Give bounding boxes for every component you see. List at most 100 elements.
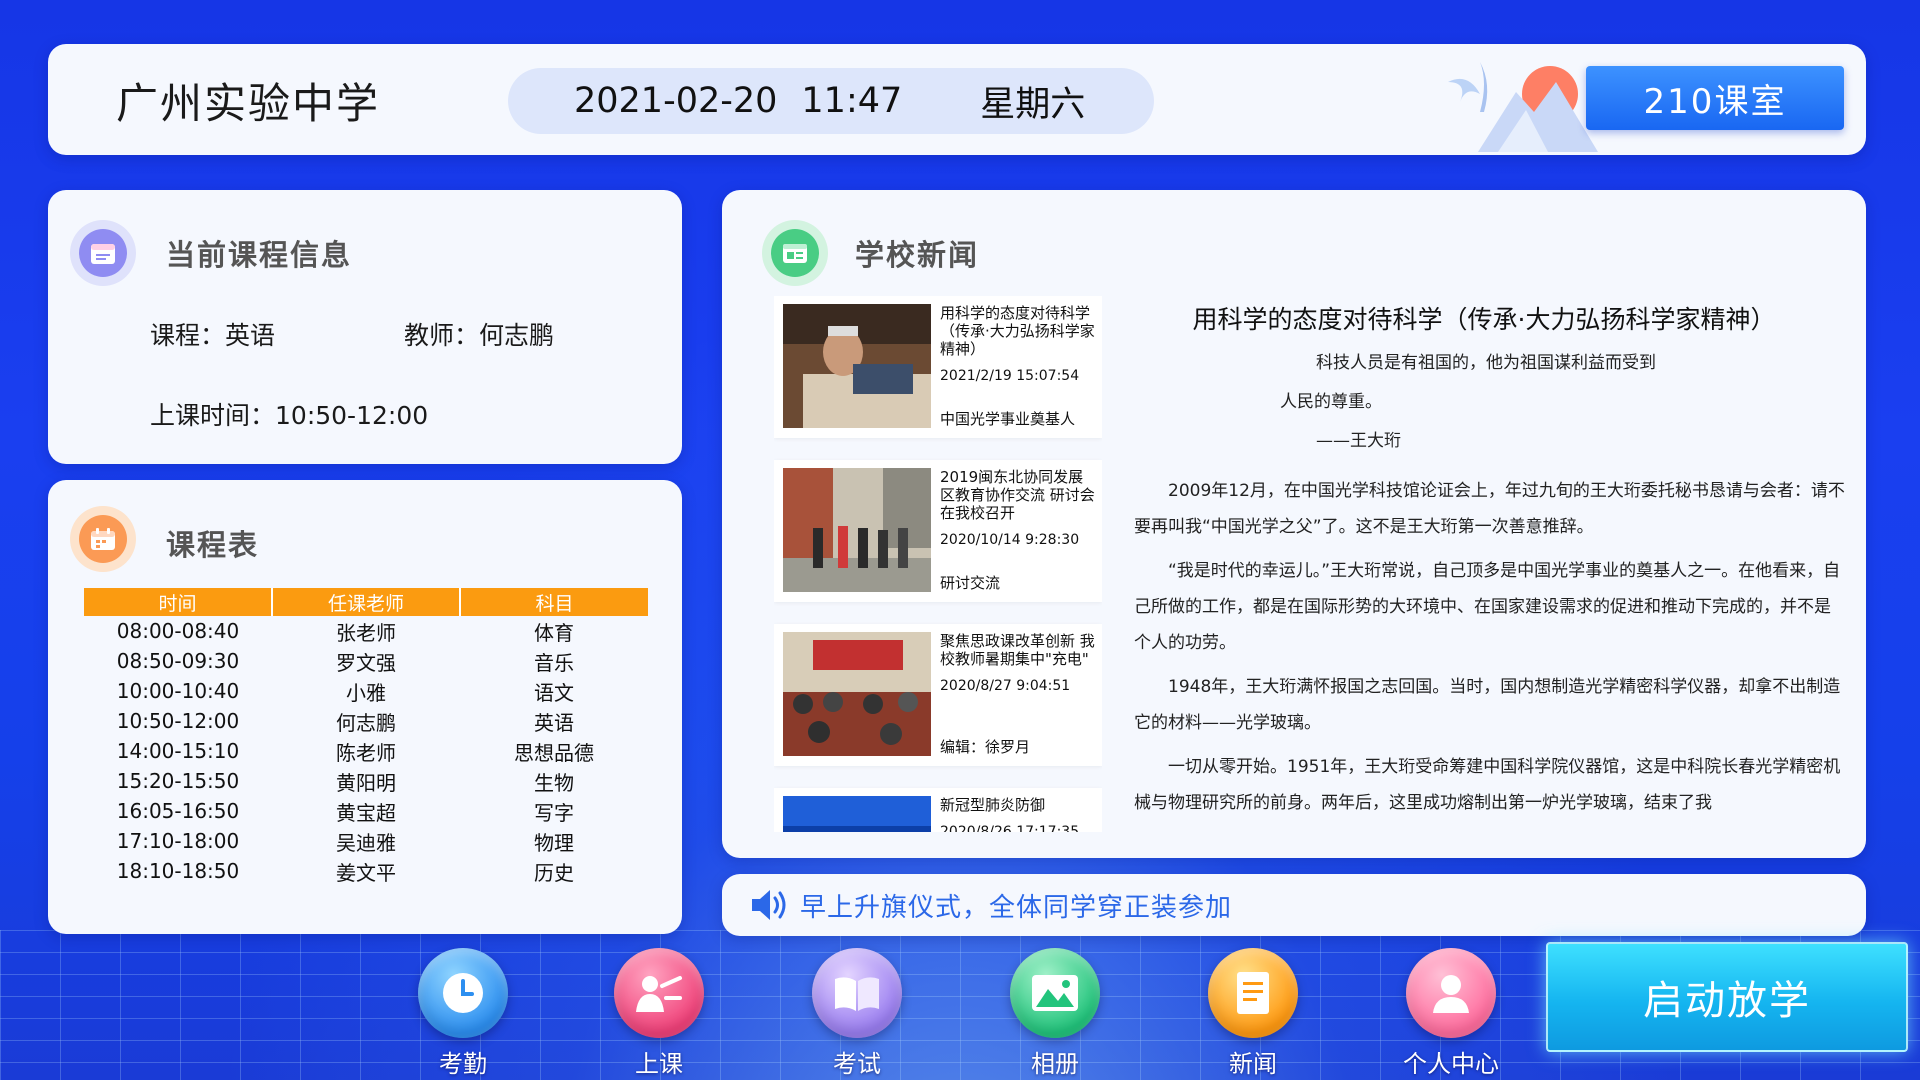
date-text: 2021-02-20 <box>574 81 778 121</box>
schedule-cell-subject: 音乐 <box>534 650 574 675</box>
news-item-title: 聚焦思政课改革创新 我校教师暑期集中"充电" <box>940 632 1095 668</box>
news-item-title: 新冠型肺炎防御 <box>940 796 1046 814</box>
nav-label: 新闻 <box>1229 1050 1277 1078</box>
news-text: 2019闽东北协同发展区教育协作交流 研讨会在我校召开 2020/10/14 9… <box>940 468 1098 548</box>
schedule-icon <box>70 506 136 572</box>
schedule-header-subject: 科目 <box>460 588 648 616</box>
schedule-cell-time: 08:50-09:30 <box>116 649 240 673</box>
news-item-tag: 研讨交流 <box>940 574 1001 592</box>
news-item[interactable]: 新冠型肺炎防御 2020/8/26 17:17:35 <box>774 788 1102 832</box>
schedule-table: 时间 任课老师 科目 08:00-08:40 张老师 体育 08:50-09:30 罗… <box>84 588 648 886</box>
schedule-cell-subject: 写字 <box>534 800 574 825</box>
school-name: 广州实验中学 <box>116 79 381 128</box>
news-article: 用科学的态度对待科学（传承·大力弘扬科学家精神） 科技人员是有祖国的，他为祖国谋… <box>1134 300 1846 821</box>
start-dismissal-button[interactable]: 启动放学 <box>1546 942 1908 1052</box>
schedule-header-teacher: 任课老师 <box>272 588 461 616</box>
nav-label: 考试 <box>833 1050 881 1078</box>
schedule-cell-subject: 历史 <box>534 860 574 885</box>
course-value: 英语 <box>225 321 276 350</box>
table-row: 16:05-16:50 黄宝超 写字 <box>84 796 648 826</box>
news-text: 新冠型肺炎防御 2020/8/26 17:17:35 <box>940 796 1098 832</box>
schedule-cell-subject: 英语 <box>534 710 574 735</box>
class-time-line: 上课时间：10:50-12:00 <box>150 396 428 432</box>
nav-profile[interactable]: 个人中心 <box>1396 948 1506 1080</box>
weekday-text: 星期六 <box>980 84 1086 125</box>
notice-bar: 早上升旗仪式，全体同学穿正装参加 <box>722 874 1866 936</box>
schedule-cell-teacher: 黄宝超 <box>336 800 396 825</box>
news-item[interactable]: 2019闽东北协同发展区教育协作交流 研讨会在我校召开 2020/10/14 9… <box>774 460 1102 602</box>
news-text: 聚焦思政课改革创新 我校教师暑期集中"充电" 2020/8/27 9:04:51 <box>940 632 1098 694</box>
article-paragraph: 1948年，王大珩满怀报国之志回国。当时，国内想制造光学精密科学仪器，却拿不出制… <box>1134 677 1841 733</box>
news-list[interactable]: 用科学的态度对待科学（传承·大力弘扬科学家精神） 2021/2/19 15:07… <box>774 296 1102 832</box>
mountain-decoration-icon <box>1448 62 1598 152</box>
news-item-date: 2021/2/19 15:07:54 <box>940 368 1080 384</box>
schedule-cell-teacher: 吴迪雅 <box>336 830 396 855</box>
schedule-cell-teacher: 小雅 <box>346 680 386 705</box>
article-title: 用科学的态度对待科学（传承·大力弘扬科学家精神） <box>1192 305 1776 334</box>
schedule-cell-teacher: 罗文强 <box>336 650 396 675</box>
nav-attendance[interactable]: 考勤 <box>408 948 518 1080</box>
schedule-cell-time: 15:20-15:50 <box>116 769 240 793</box>
news-section-icon <box>762 220 828 286</box>
time-text: 11:47 <box>801 81 903 121</box>
table-row: 08:50-09:30 罗文强 音乐 <box>84 646 648 676</box>
table-row: 10:00-10:40 小雅 语文 <box>84 676 648 706</box>
schedule-cell-subject: 体育 <box>534 620 574 645</box>
nav-label: 考勤 <box>439 1050 487 1078</box>
course-line: 课程：英语 <box>150 316 275 352</box>
teacher-label: 教师： <box>404 321 480 350</box>
table-row: 15:20-15:50 黄阳明 生物 <box>84 766 648 796</box>
news-thumbnail <box>783 796 931 832</box>
teacher-line: 教师：何志鹏 <box>404 316 554 352</box>
schedule-cell-teacher: 何志鹏 <box>336 710 396 735</box>
class-time-label: 上课时间： <box>150 401 276 430</box>
news-item-date: 2020/8/26 17:17:35 <box>940 824 1080 832</box>
table-row: 18:10-18:50 姜文平 历史 <box>84 856 648 886</box>
nav-album[interactable]: 相册 <box>1000 948 1110 1080</box>
course-info-icon <box>70 220 136 286</box>
current-course-panel: 当前课程信息 课程：英语 教师：何志鹏 上课时间：10:50-12:00 <box>48 190 682 464</box>
schedule-header-time: 时间 <box>84 588 273 616</box>
class-time-value: 10:50-12:00 <box>275 401 429 430</box>
article-paragraph: 2009年12月，在中国光学科技馆论证会上，年过九旬的王大珩委托秘书恳请与会者：… <box>1134 481 1845 537</box>
article-quote-line: 科技人员是有祖国的，他为祖国谋利益而受到 <box>1316 353 1656 373</box>
schedule-cell-teacher: 黄阳明 <box>336 770 396 795</box>
news-item-tag: 中国光学事业奠基人 <box>940 410 1076 428</box>
nav-exam[interactable]: 考试 <box>802 948 912 1080</box>
schedule-cell-subject: 思想品德 <box>514 740 594 765</box>
news-item[interactable]: 用科学的态度对待科学（传承·大力弘扬科学家精神） 2021/2/19 15:07… <box>774 296 1102 438</box>
news-thumbnail <box>783 304 931 428</box>
news-item-title: 2019闽东北协同发展区教育协作交流 研讨会在我校召开 <box>940 468 1095 522</box>
news-thumbnail <box>783 468 931 592</box>
news-item[interactable]: 聚焦思政课改革创新 我校教师暑期集中"充电" 2020/8/27 9:04:51… <box>774 624 1102 766</box>
book-icon <box>812 948 902 1038</box>
schedule-cell-subject: 物理 <box>534 830 574 855</box>
table-row: 10:50-12:00 何志鹏 英语 <box>84 706 648 736</box>
nav-class[interactable]: 上课 <box>604 948 714 1080</box>
schedule-cell-time: 18:10-18:50 <box>116 859 240 883</box>
news-section-title: 学校新闻 <box>855 238 980 272</box>
schedule-cell-time: 17:10-18:00 <box>116 829 240 853</box>
teacher-icon <box>614 948 704 1038</box>
schedule-cell-time: 10:50-12:00 <box>116 709 240 733</box>
article-quote-author: ——王大珩 <box>1316 431 1401 451</box>
nav-label: 个人中心 <box>1403 1050 1499 1078</box>
clock-icon <box>418 948 508 1038</box>
news-item-tag: 编辑：徐罗月 <box>940 738 1031 756</box>
teacher-value: 何志鹏 <box>479 321 555 350</box>
document-icon <box>1208 948 1298 1038</box>
news-item-title: 用科学的态度对待科学（传承·大力弘扬科学家精神） <box>940 304 1095 358</box>
school-news-panel: 学校新闻 用科学的态度对待科学（传承·大力弘扬科学家精神） 2021/2/19 … <box>722 190 1866 858</box>
schedule-cell-teacher: 张老师 <box>336 620 396 645</box>
speaker-icon <box>752 890 786 920</box>
schedule-header-row: 时间 任课老师 科目 <box>84 588 648 616</box>
nav-news[interactable]: 新闻 <box>1198 948 1308 1080</box>
schedule-panel: 课程表 时间 任课老师 科目 08:00-08:40 张老师 体育 08:50-09… <box>48 480 682 934</box>
image-icon <box>1010 948 1100 1038</box>
news-item-date: 2020/8/27 9:04:51 <box>940 678 1071 694</box>
schedule-cell-teacher: 姜文平 <box>336 860 396 885</box>
classroom-button[interactable]: 210课室 <box>1586 66 1844 130</box>
schedule-cell-time: 10:00-10:40 <box>116 679 240 703</box>
table-row: 17:10-18:00 吴迪雅 物理 <box>84 826 648 856</box>
article-quote-line: 人民的尊重。 <box>1280 392 1382 412</box>
